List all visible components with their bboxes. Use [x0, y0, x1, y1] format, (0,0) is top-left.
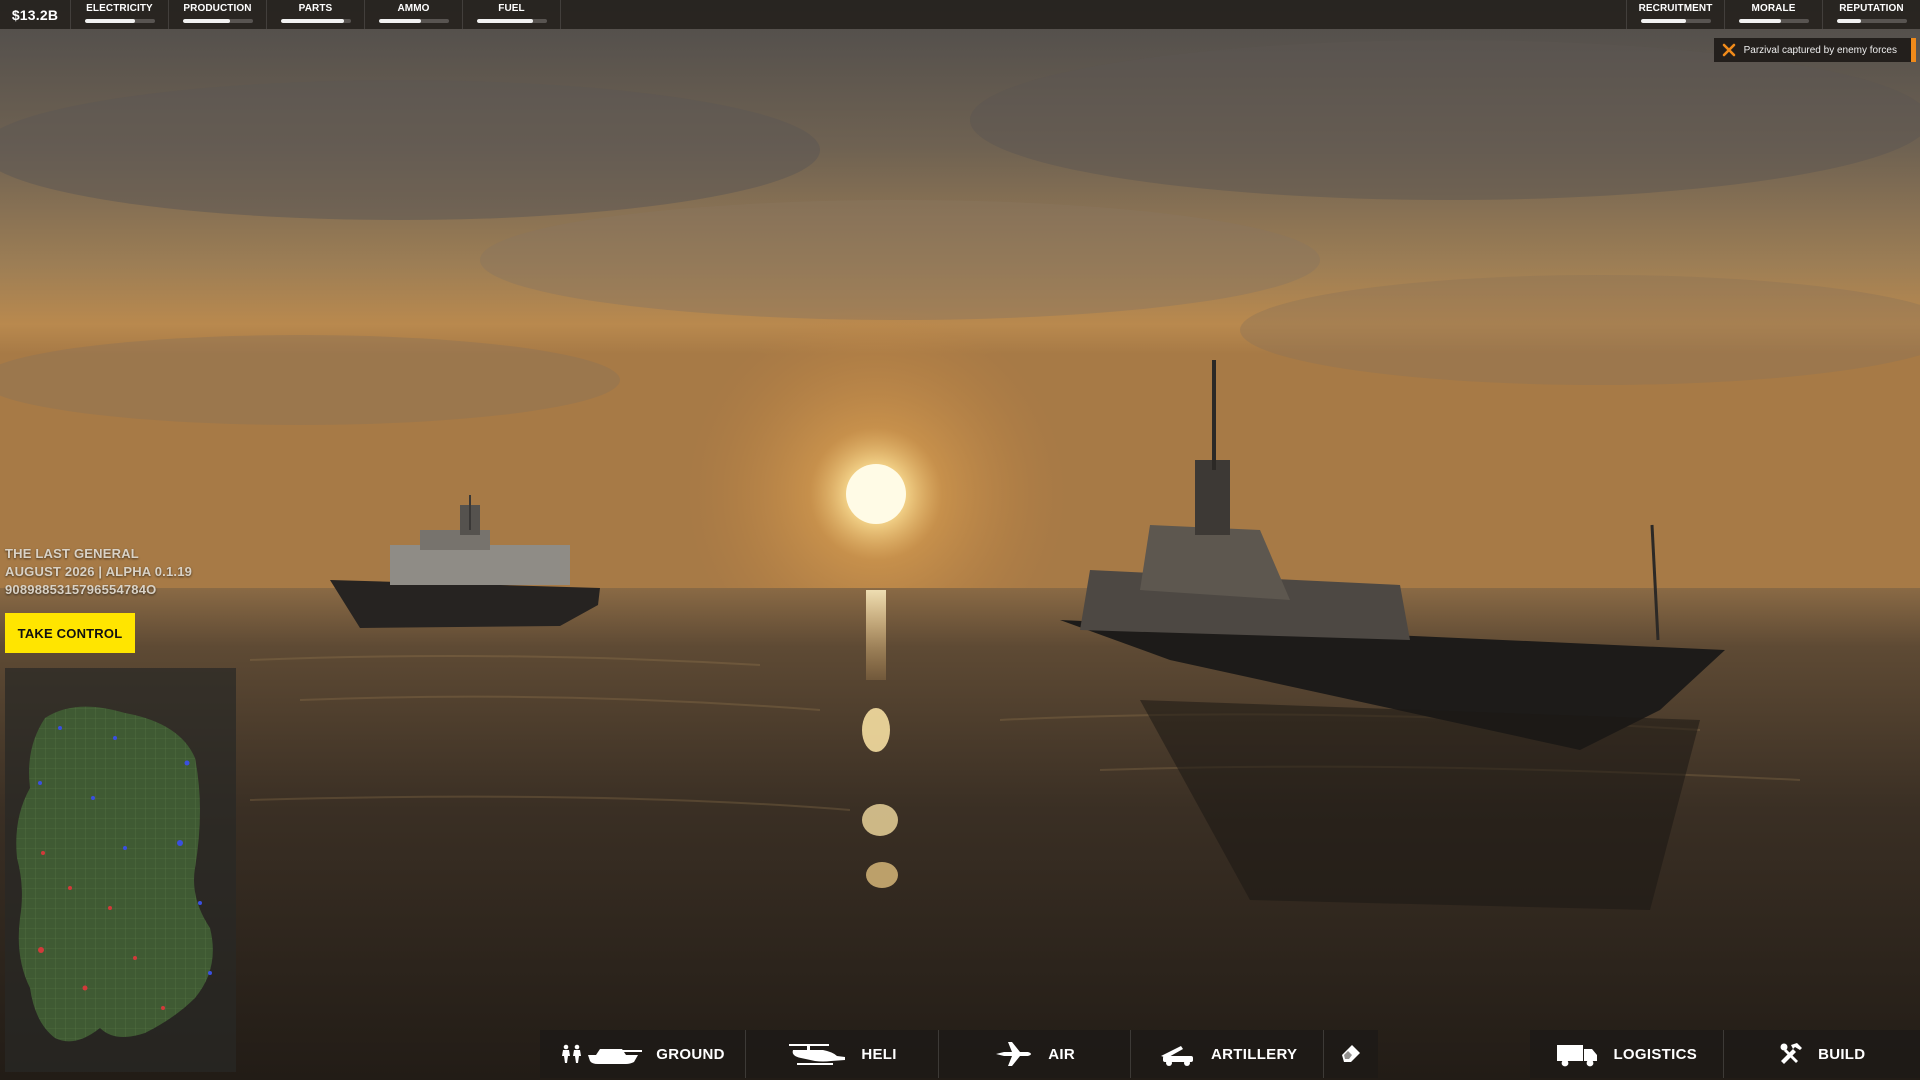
- tab-label: AIR: [1048, 1045, 1075, 1063]
- game-title: THE LAST GENERAL: [5, 546, 139, 561]
- resource-reputation[interactable]: REPUTATION: [1822, 0, 1920, 29]
- resource-production[interactable]: PRODUCTION: [169, 0, 267, 29]
- resource-bar: [378, 19, 449, 23]
- resource-bar: [1640, 19, 1711, 23]
- jet-icon: [996, 1042, 1032, 1066]
- tab-artillery[interactable]: ARTILLERY: [1131, 1030, 1325, 1078]
- tab-label: HELI: [861, 1045, 897, 1063]
- resource-label: PRODUCTION: [183, 3, 252, 14]
- resource-label: FUEL: [498, 3, 525, 14]
- notification-text: Parzival captured by enemy forces: [1743, 44, 1897, 56]
- resource-electricity[interactable]: ELECTRICITY: [71, 0, 169, 29]
- close-x-icon[interactable]: [1722, 43, 1736, 57]
- tab-label: BUILD: [1818, 1045, 1866, 1063]
- game-version: AUGUST 2026 | ALPHA 0.1.19: [5, 564, 193, 579]
- resource-label: RECRUITMENT: [1638, 3, 1713, 14]
- tab-air[interactable]: AIR: [939, 1030, 1132, 1078]
- notification-toast[interactable]: Parzival captured by enemy forces: [1713, 38, 1916, 62]
- game-seed: 9089885315796554784O: [5, 582, 157, 597]
- money-display: $13.2B: [0, 0, 71, 29]
- resource-label: REPUTATION: [1839, 3, 1904, 14]
- tab-heli[interactable]: HELI: [746, 1030, 940, 1078]
- resource-recruitment[interactable]: RECRUITMENT: [1626, 0, 1724, 29]
- resource-fuel[interactable]: FUEL: [463, 0, 561, 29]
- resource-label: AMMO: [397, 3, 430, 14]
- resource-ammo[interactable]: AMMO: [365, 0, 463, 29]
- resource-bar: [84, 19, 155, 23]
- tab-label: ARTILLERY: [1211, 1045, 1298, 1063]
- management-bar: LOGISTICS BUILD: [1530, 1030, 1920, 1078]
- resource-label: PARTS: [298, 3, 333, 14]
- eraser-icon: [1342, 1045, 1361, 1062]
- unit-category-bar: GROUND HELI AIR ARTILLERY: [540, 1030, 1378, 1078]
- tab-eraser[interactable]: [1324, 1030, 1378, 1078]
- tab-label: GROUND: [656, 1045, 725, 1063]
- resource-morale[interactable]: MORALE: [1724, 0, 1822, 29]
- tab-build[interactable]: BUILD: [1724, 1030, 1920, 1078]
- resource-bar: [280, 19, 351, 23]
- resource-label: MORALE: [1751, 3, 1796, 14]
- take-control-button[interactable]: TAKE CONTROL: [5, 613, 135, 653]
- tab-label: LOGISTICS: [1613, 1045, 1698, 1063]
- resource-label: ELECTRICITY: [86, 3, 153, 14]
- artillery-icon: [1161, 1046, 1194, 1066]
- game-info-block: THE LAST GENERAL AUGUST 2026 | ALPHA 0.1…: [5, 545, 192, 599]
- resource-bar: [1836, 19, 1907, 23]
- tab-logistics[interactable]: LOGISTICS: [1530, 1030, 1724, 1078]
- ocean-sunset-scene: [0, 0, 1920, 1080]
- resource-bar: [1738, 19, 1809, 23]
- soldiers-tank-icon: [562, 1044, 643, 1064]
- helicopter-icon: [789, 1044, 846, 1065]
- truck-icon: [1557, 1045, 1598, 1067]
- minimap[interactable]: [5, 668, 236, 1072]
- hammer-wrench-icon: [1780, 1043, 1803, 1064]
- top-status-bar: $13.2B ELECTRICITY PRODUCTION PARTS AMMO…: [0, 0, 1920, 29]
- tab-ground[interactable]: GROUND: [540, 1030, 747, 1078]
- resource-bar: [476, 19, 547, 23]
- resource-parts[interactable]: PARTS: [267, 0, 365, 29]
- resource-bar: [182, 19, 253, 23]
- minimap-terrain: [16, 706, 213, 1042]
